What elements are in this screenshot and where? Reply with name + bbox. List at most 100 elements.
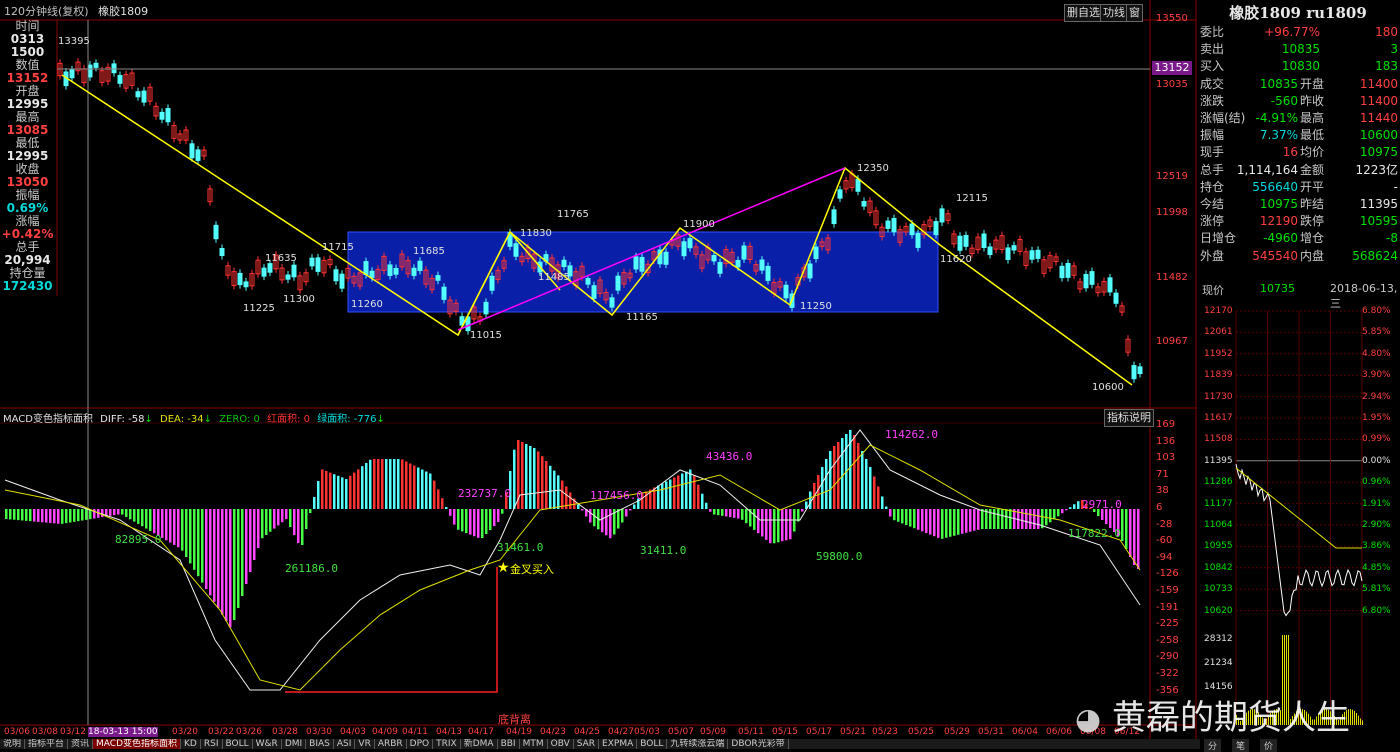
quote-cell: 开盘 — [1300, 76, 1325, 91]
macd-tick: 38 — [1156, 485, 1169, 497]
indicator-tab[interactable]: ARBR — [375, 739, 407, 749]
macd-bar — [1069, 507, 1072, 509]
intraday-pct-tick: 2.94% — [1362, 391, 1391, 402]
macd-annotation: 2971.0 — [1082, 498, 1122, 511]
macd-bar — [169, 509, 172, 543]
macd-bar — [1029, 509, 1032, 529]
indicator-tab[interactable]: W&R — [253, 739, 282, 749]
indicator-tab[interactable]: BOLL — [637, 739, 668, 749]
quote-cell: 3 — [1390, 42, 1398, 57]
macd-tick: -159 — [1156, 585, 1179, 596]
indicator-tab[interactable]: RSI — [201, 739, 223, 749]
intraday-price-tick: 11395 — [1204, 455, 1233, 466]
quote-cell: 10835 — [1281, 42, 1320, 57]
macd-bar — [973, 509, 976, 531]
quote-cell: 委比 — [1200, 25, 1225, 39]
quote-row: 卖出 10835 3 — [1198, 41, 1400, 58]
indicator-help-button[interactable]: 指标说明 — [1104, 409, 1154, 427]
price-tick: 13035 — [1156, 79, 1188, 90]
macd-tick: 6 — [1156, 502, 1163, 513]
indicator-tab[interactable]: 说明 — [0, 739, 26, 749]
intraday-tab[interactable]: 笔 — [1232, 739, 1250, 752]
quote-cell: 振幅 — [1200, 128, 1225, 143]
candlesticks — [57, 58, 1143, 383]
function-line-button[interactable]: 功线 — [1100, 4, 1128, 22]
indicator-tab[interactable]: OBV — [548, 739, 574, 749]
delete-watchlist-button[interactable]: 删自选 — [1064, 4, 1103, 22]
main-chart-canvas[interactable]: ★ — [0, 0, 1400, 749]
intraday-pct-tick: 1.95% — [1362, 413, 1391, 423]
intraday-pct-tick: 5.85% — [1362, 327, 1391, 338]
macd-annotation: 117822.0 — [1068, 527, 1121, 540]
indicator-tab[interactable]: DPO — [407, 739, 434, 749]
macd-bar — [825, 459, 828, 509]
indicator-tab[interactable]: KD — [181, 739, 201, 749]
indicator-tab[interactable]: 新DMA — [461, 739, 498, 749]
intraday-pct-tick: 6.80% — [1362, 605, 1391, 616]
quote-cell: 昨结 — [1300, 197, 1325, 211]
macd-bar — [949, 509, 952, 537]
indicator-tab[interactable]: 指标平台 — [25, 739, 69, 749]
indicator-tab[interactable]: TRIX — [433, 739, 461, 749]
indicator-tab[interactable]: MTM — [520, 739, 548, 749]
macd-bar — [13, 509, 16, 520]
macd-bar — [713, 509, 716, 515]
indicator-tab[interactable]: EXPMA — [599, 739, 638, 749]
macd-bar — [513, 449, 516, 509]
macd-bar — [137, 509, 140, 524]
indicator-tab[interactable]: BBI — [498, 739, 520, 749]
current-price-value: 10735 — [1260, 282, 1295, 295]
macd-bar — [377, 459, 380, 509]
current-price-label: 现价 — [1202, 284, 1224, 297]
macd-bar — [725, 509, 728, 517]
macd-annotation: 59800.0 — [816, 550, 863, 563]
quote-cell: 开平 — [1300, 179, 1325, 194]
yellow-wave-line — [61, 74, 1133, 386]
indicator-tab[interactable]: DBOR光彩带 — [728, 739, 789, 749]
macd-bar — [181, 509, 184, 551]
macd-bar — [229, 509, 232, 628]
intraday-price-tick: 11508 — [1204, 434, 1233, 445]
date-tick: 18-03-13 15:00 — [88, 727, 158, 737]
quote-row: 外盘 545540 内盘 568624 — [1198, 248, 1400, 265]
macd-bar — [909, 509, 912, 527]
quote-cell: 10975 — [1259, 197, 1298, 211]
indicator-tab[interactable]: 九转续涨云端 — [667, 739, 729, 749]
indicator-tab[interactable]: MACD变色指标面积 — [93, 739, 182, 749]
macd-bar — [273, 509, 276, 529]
window-button[interactable]: 窗 — [1126, 4, 1143, 22]
macd-bar — [697, 484, 700, 509]
indicator-tab[interactable]: BOLL — [223, 739, 253, 749]
macd-bar — [717, 509, 720, 516]
macd-bar — [241, 509, 244, 596]
macd-bar — [917, 509, 920, 530]
macd-bar — [153, 509, 156, 534]
macd-bar — [525, 444, 528, 509]
indicator-tab[interactable]: ASI — [334, 739, 356, 749]
indicator-tab[interactable]: BIAS — [306, 739, 334, 749]
indicator-tab[interactable]: VR — [355, 739, 375, 749]
star-icon: ★ — [497, 560, 510, 576]
macd-bar — [945, 509, 948, 538]
macd-annotation: 31411.0 — [640, 544, 687, 557]
indicator-tab[interactable]: SAR — [574, 739, 600, 749]
macd-bar — [673, 477, 676, 509]
date-tick: 05/09 — [700, 727, 726, 737]
macd-bar — [261, 509, 264, 539]
intraday-tab[interactable]: 价 — [1260, 739, 1278, 752]
macd-bar — [965, 509, 968, 533]
quote-cell: -560 — [1270, 93, 1298, 108]
macd-bar — [957, 509, 960, 535]
quote-cell: 10975 — [1359, 145, 1398, 160]
indicator-tab[interactable]: 资讯 — [68, 739, 94, 749]
macd-bar — [369, 459, 372, 509]
macd-bar — [381, 459, 384, 509]
macd-bar — [269, 509, 272, 532]
macd-bar — [537, 451, 540, 509]
intraday-tab[interactable]: 分 — [1204, 739, 1222, 752]
quote-cell: 跌停 — [1300, 214, 1325, 229]
chart-period-title: 120分钟线(复权) — [4, 5, 89, 18]
macd-bar — [449, 509, 452, 516]
indicator-tab[interactable]: DMI — [282, 739, 307, 749]
macd-bar — [365, 463, 368, 509]
